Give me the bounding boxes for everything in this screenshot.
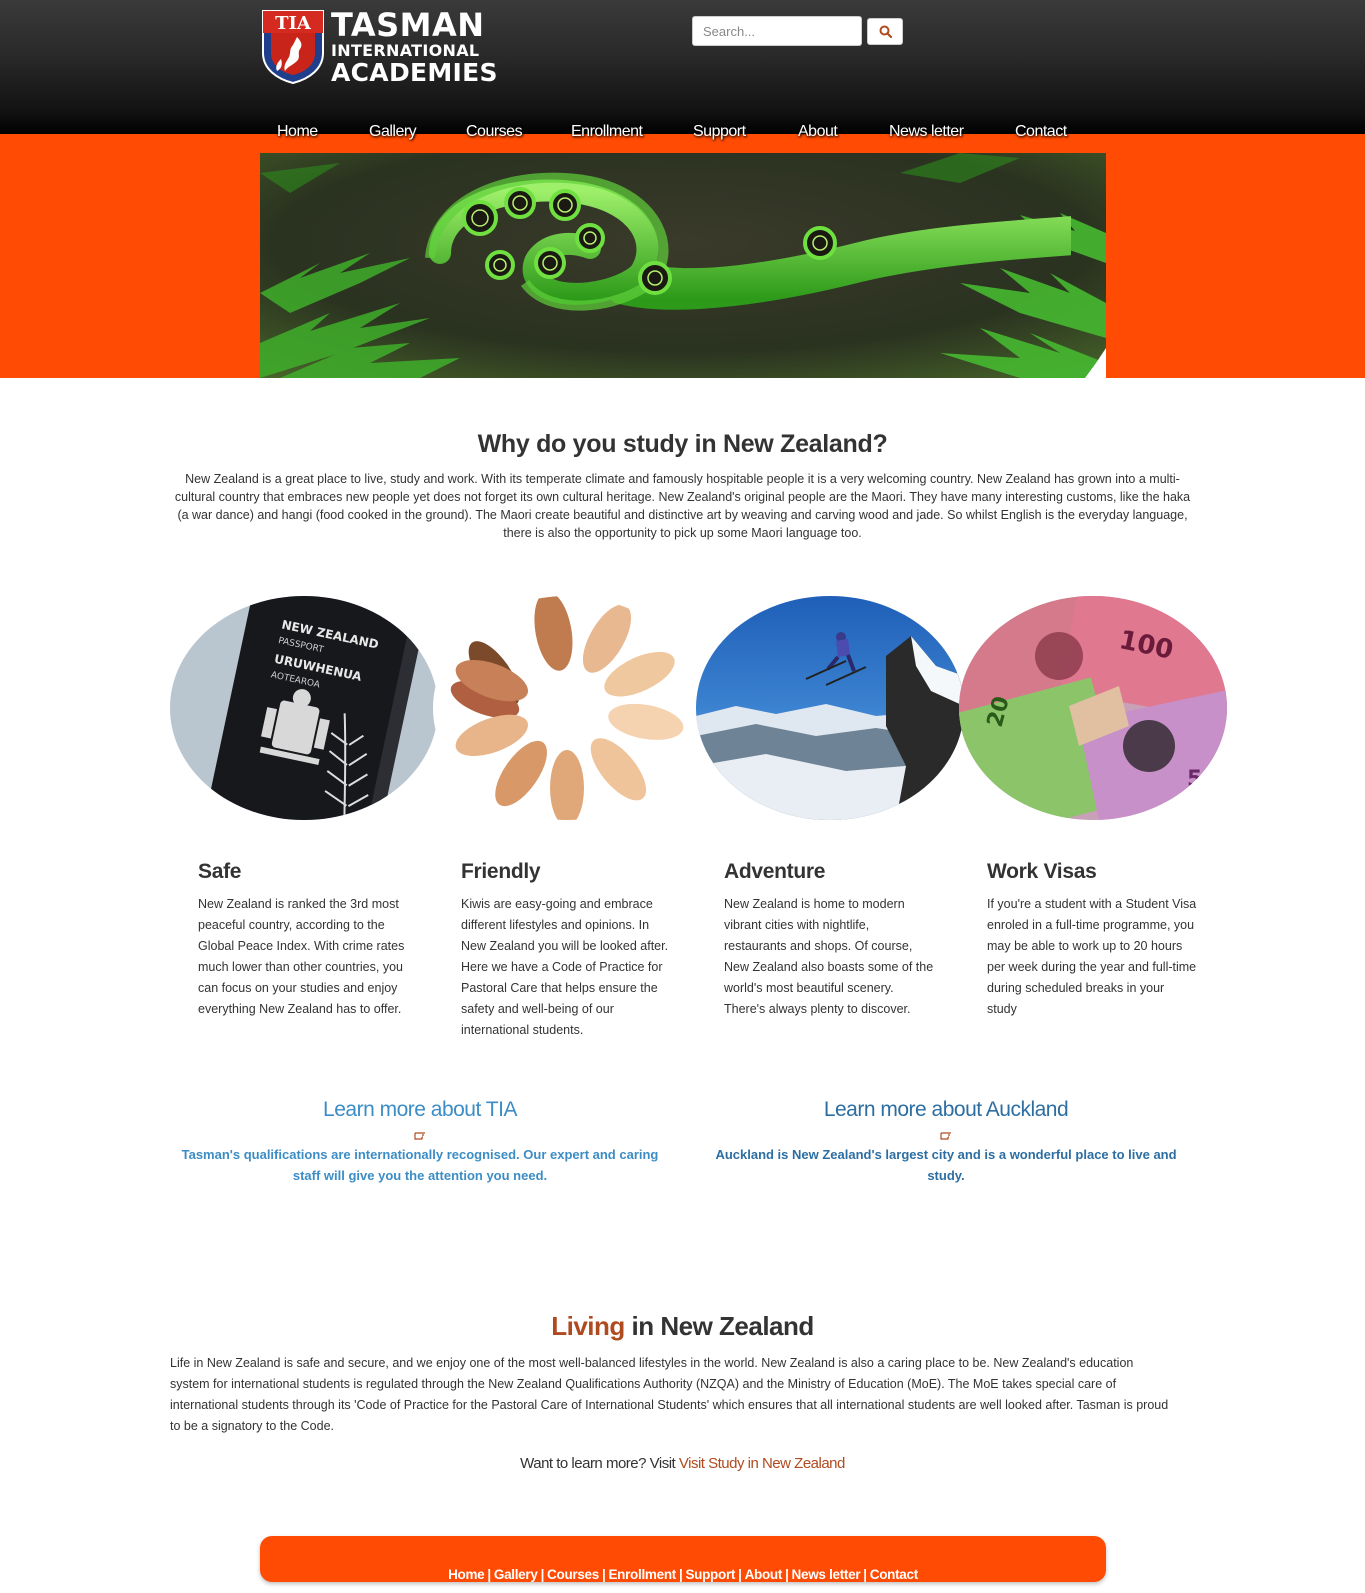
main-nav: Home Gallery Courses Enrollment Support … [0, 118, 1365, 150]
logo-line3: ACADEMIES [331, 58, 498, 87]
banknotes-image: 100 20 50 [959, 596, 1227, 820]
feature-title: Work Visas [987, 860, 1097, 883]
logo-line1: TASMAN [331, 6, 485, 44]
living-paragraph: Life in New Zealand is safe and secure, … [170, 1356, 1169, 1433]
logo-line2: INTERNATIONAL [331, 41, 480, 60]
svg-text:TIA: TIA [275, 13, 312, 34]
search-input[interactable] [692, 16, 862, 46]
footer-link-courses[interactable]: Courses [547, 1567, 599, 1582]
feature-friendly: Friendly Kiwis are easy-going and embrac… [461, 860, 671, 1041]
site-logo[interactable]: TIA TASMAN INTERNATIONAL ACADEMIES [261, 9, 498, 87]
learn-tia-text: Tasman's qualifications are internationa… [181, 1147, 659, 1183]
fern-koru-illustration [260, 153, 1106, 378]
visit-prefix: Want to learn more? Visit [520, 1455, 679, 1472]
site-header: TIA TASMAN INTERNATIONAL ACADEMIES [0, 0, 1365, 134]
footer-link-newsletter[interactable]: News letter [792, 1567, 861, 1582]
feature-work-visas: Work Visas If you're a student with a St… [987, 860, 1197, 1020]
footer-separator: | [738, 1567, 742, 1582]
search-icon [879, 25, 892, 38]
footer-link-gallery[interactable]: Gallery [494, 1567, 538, 1582]
search-button[interactable] [867, 18, 903, 45]
footer-link-support[interactable]: Support [685, 1567, 735, 1582]
skier-image [696, 596, 964, 820]
nav-about[interactable]: About [798, 123, 838, 141]
footer-separator: | [863, 1567, 867, 1582]
learn-tia-link[interactable]: Learn more about TIA [175, 1098, 665, 1122]
visit-line: Want to learn more? Visit Visit Study in… [0, 1455, 1365, 1472]
feature-title: Friendly [461, 860, 541, 883]
feature-text: If you're a student with a Student Visa … [987, 897, 1197, 1016]
footer-link-contact[interactable]: Contact [870, 1567, 918, 1582]
hero-image-fern [260, 153, 1106, 378]
footer-link-about[interactable]: About [745, 1567, 783, 1582]
learn-tia-block: Learn more about TIA Tasman's qualificat… [175, 1098, 665, 1186]
feature-adventure: Adventure New Zealand is home to modern … [724, 860, 934, 1020]
pointing-hand-icon [414, 1132, 425, 1140]
learn-auckland-text: Auckland is New Zealand's largest city a… [715, 1147, 1177, 1183]
hands-circle-image [433, 596, 701, 820]
feature-title: Adventure [724, 860, 826, 883]
footer-bar: Home | Gallery | Courses | Enrollment | Support |… [260, 1536, 1106, 1582]
footer-link-home[interactable]: Home [448, 1567, 485, 1582]
living-heading-accent: Living [551, 1311, 625, 1341]
feature-images: NEW ZEALAND PASSPORT URUWHENUA AOTEAROA [170, 596, 1230, 820]
learn-auckland-link[interactable]: Learn more about Auckland [701, 1098, 1191, 1122]
nav-gallery[interactable]: Gallery [369, 123, 417, 141]
feature-safe: Safe New Zealand is ranked the 3rd most … [198, 860, 408, 1020]
nav-support[interactable]: Support [693, 123, 746, 141]
footer-separator: | [487, 1567, 491, 1582]
feature-text: Kiwis are easy-going and embrace differe… [461, 897, 669, 1037]
feature-text: New Zealand is ranked the 3rd most peace… [198, 897, 405, 1016]
why-paragraph: New Zealand is a great place to live, st… [174, 472, 1191, 540]
living-heading: Living in New Zealand [0, 1311, 1365, 1342]
pointing-hand-icon [940, 1132, 951, 1140]
footer-nav: Home | Gallery | Courses | Enrollment | Support |… [260, 1567, 1106, 1582]
feature-text: New Zealand is home to modern vibrant ci… [724, 897, 934, 1016]
learn-auckland-block: Learn more about Auckland Auckland is Ne… [701, 1098, 1191, 1186]
footer-separator: | [785, 1567, 789, 1582]
why-heading: Why do you study in New Zealand? [477, 430, 888, 458]
footer-separator: | [540, 1567, 545, 1582]
nav-contact[interactable]: Contact [1015, 123, 1067, 141]
passport-image: NEW ZEALAND PASSPORT URUWHENUA AOTEAROA [170, 596, 438, 820]
footer-link-enrollment[interactable]: Enrollment [608, 1567, 676, 1582]
nav-home[interactable]: Home [277, 123, 318, 141]
nav-courses[interactable]: Courses [466, 123, 523, 141]
nav-enrollment[interactable]: Enrollment [571, 123, 643, 141]
feature-title: Safe [198, 860, 242, 883]
tia-shield-logo: TIA [262, 10, 324, 85]
svg-text:50: 50 [1187, 767, 1218, 792]
study-nz-link[interactable]: Visit Study in New Zealand [679, 1455, 845, 1472]
search-form [692, 16, 904, 47]
logo-wordmark: TASMAN INTERNATIONAL ACADEMIES [331, 9, 498, 85]
nav-newsletter[interactable]: News letter [889, 123, 964, 141]
living-heading-rest: in New Zealand [624, 1311, 815, 1341]
